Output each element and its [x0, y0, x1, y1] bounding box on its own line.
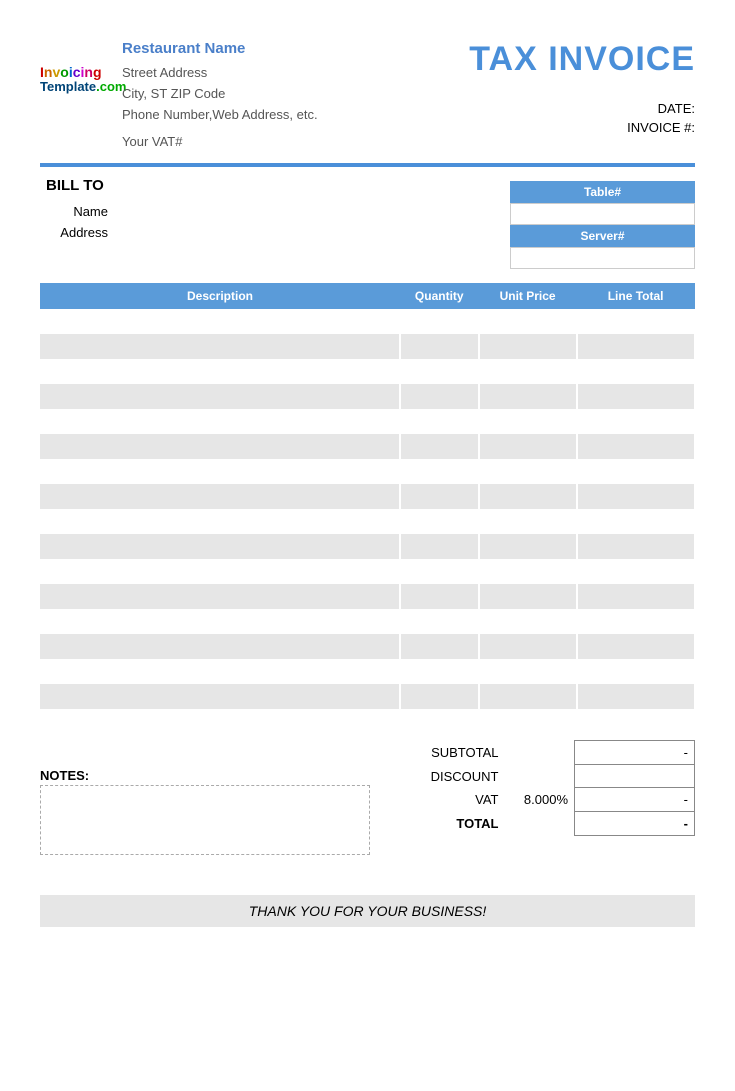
col-quantity: Quantity [400, 283, 479, 309]
items-body [40, 309, 695, 734]
totals-block: SUBTOTAL - DISCOUNT VAT 8.000% - TOTAL - [400, 740, 695, 855]
table-row[interactable] [40, 384, 695, 409]
logo-line2: Template.com [40, 80, 118, 94]
table-row[interactable] [40, 709, 695, 734]
total-value: - [575, 812, 695, 836]
totals-section: NOTES: SUBTOTAL - DISCOUNT VAT 8.000% - … [40, 740, 695, 855]
server-number-value[interactable] [510, 247, 695, 269]
table-row[interactable] [40, 484, 695, 509]
billto-address-label: Address [40, 225, 118, 240]
discount-value[interactable] [575, 765, 695, 788]
logo-address-row: Invoicing Template.com Street Address Ci… [40, 65, 318, 149]
table-row[interactable] [40, 684, 695, 709]
table-row[interactable] [40, 334, 695, 359]
billto-block: BILL TO Name Address [40, 177, 360, 269]
header: Restaurant Name Invoicing Template.com S… [40, 40, 695, 149]
table-row[interactable] [40, 659, 695, 684]
table-row[interactable] [40, 609, 695, 634]
notes-label: NOTES: [40, 768, 400, 783]
restaurant-name: Restaurant Name [122, 40, 318, 57]
col-line-total: Line Total [577, 283, 695, 309]
subtotal-value: - [575, 741, 695, 765]
col-unit-price: Unit Price [479, 283, 577, 309]
logo-line1: Invoicing [40, 65, 118, 80]
street: Street Address [122, 65, 318, 80]
vat: Your VAT# [122, 134, 318, 149]
vat-value: - [575, 788, 695, 812]
phone: Phone Number,Web Address, etc. [122, 107, 318, 122]
table-row[interactable] [40, 559, 695, 584]
discount-label: DISCOUNT [400, 765, 504, 788]
notes-side: NOTES: [40, 740, 400, 855]
table-row[interactable] [40, 634, 695, 659]
billto-section: BILL TO Name Address Table# Server# [40, 177, 695, 269]
billto-title: BILL TO [46, 177, 360, 194]
logo: Invoicing Template.com [40, 65, 118, 95]
table-row[interactable] [40, 409, 695, 434]
city: City, ST ZIP Code [122, 86, 318, 101]
table-number-value[interactable] [510, 203, 695, 225]
col-description: Description [40, 283, 400, 309]
table-server-block: Table# Server# [510, 181, 695, 269]
billto-address-row: Address [40, 225, 360, 240]
thank-you: THANK YOU FOR YOUR BUSINESS! [40, 895, 695, 927]
divider [40, 163, 695, 167]
table-row[interactable] [40, 434, 695, 459]
invoice-number-label: INVOICE #: [469, 120, 695, 135]
table-row[interactable] [40, 309, 695, 334]
total-label: TOTAL [400, 812, 504, 836]
table-row[interactable] [40, 584, 695, 609]
invoice-title: TAX INVOICE [469, 40, 695, 79]
billto-name-label: Name [40, 204, 118, 219]
table-row[interactable] [40, 534, 695, 559]
invoice-meta: DATE: INVOICE #: [469, 101, 695, 135]
header-right: TAX INVOICE DATE: INVOICE #: [469, 40, 695, 149]
table-number-label: Table# [510, 181, 695, 203]
server-number-label: Server# [510, 225, 695, 247]
vat-label: VAT [400, 788, 504, 812]
address-block: Street Address City, ST ZIP Code Phone N… [122, 65, 318, 149]
vat-rate: 8.000% [505, 788, 575, 812]
header-left: Restaurant Name Invoicing Template.com S… [40, 40, 318, 149]
notes-box[interactable] [40, 785, 370, 855]
subtotal-label: SUBTOTAL [400, 741, 504, 765]
table-row[interactable] [40, 459, 695, 484]
table-row[interactable] [40, 509, 695, 534]
items-table: Description Quantity Unit Price Line Tot… [40, 283, 695, 734]
table-row[interactable] [40, 359, 695, 384]
date-label: DATE: [469, 101, 695, 116]
billto-name-row: Name [40, 204, 360, 219]
